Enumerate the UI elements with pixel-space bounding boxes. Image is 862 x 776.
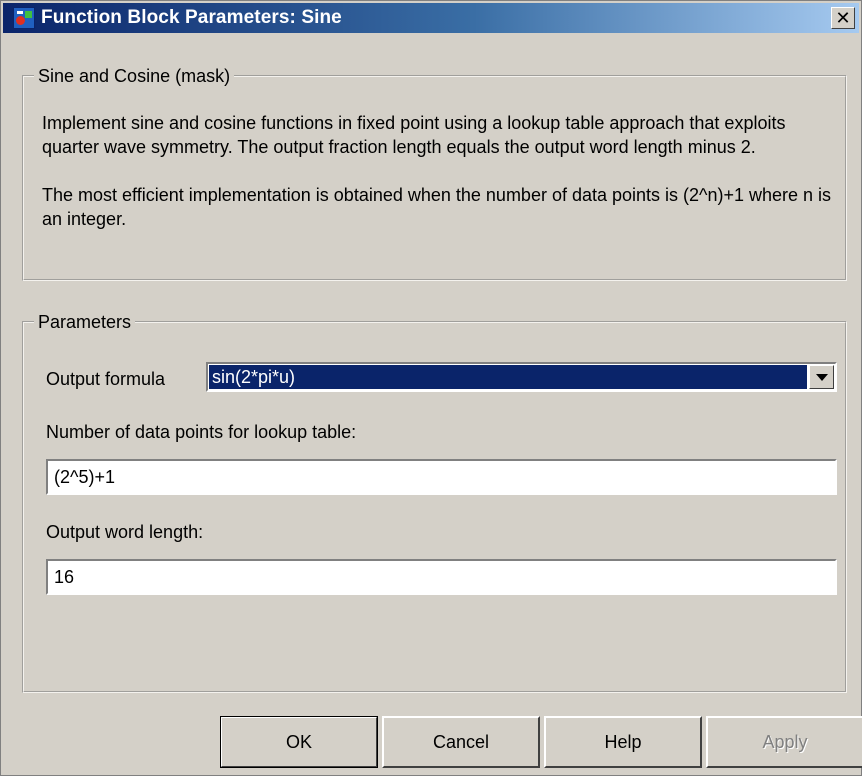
- help-button[interactable]: Help: [544, 716, 702, 768]
- parameters-group-legend: Parameters: [34, 311, 136, 333]
- window-title: Function Block Parameters: Sine: [41, 7, 342, 28]
- mask-description-group: Sine and Cosine (mask) Implement sine an…: [22, 65, 847, 281]
- chevron-down-icon: [815, 373, 828, 381]
- mask-description-paragraph-2: The most efficient implementation is obt…: [42, 185, 832, 229]
- mask-description-paragraph-1: Implement sine and cosine functions in f…: [42, 113, 786, 157]
- close-icon: ✕: [835, 8, 851, 28]
- data-points-input[interactable]: [46, 459, 837, 495]
- dropdown-arrow-button[interactable]: [809, 365, 834, 389]
- output-formula-label: Output formula: [46, 369, 166, 389]
- cancel-button[interactable]: Cancel: [382, 716, 540, 768]
- ok-button[interactable]: OK: [220, 716, 378, 768]
- data-points-label: Number of data points for lookup table:: [46, 422, 357, 442]
- word-length-input[interactable]: [46, 559, 837, 595]
- simulink-block-icon: [13, 7, 35, 29]
- close-button[interactable]: ✕: [831, 7, 855, 29]
- output-formula-selected: sin(2*pi*u): [209, 365, 807, 389]
- dialog-window: Function Block Parameters: Sine ✕ Sine a…: [0, 0, 862, 776]
- output-formula-dropdown[interactable]: sin(2*pi*u): [206, 362, 837, 392]
- word-length-label: Output word length:: [46, 522, 204, 542]
- title-bar[interactable]: Function Block Parameters: Sine ✕: [3, 3, 859, 33]
- apply-button[interactable]: Apply: [706, 716, 862, 768]
- mask-group-legend: Sine and Cosine (mask): [34, 65, 235, 87]
- mask-description: Implement sine and cosine functions in f…: [42, 111, 832, 231]
